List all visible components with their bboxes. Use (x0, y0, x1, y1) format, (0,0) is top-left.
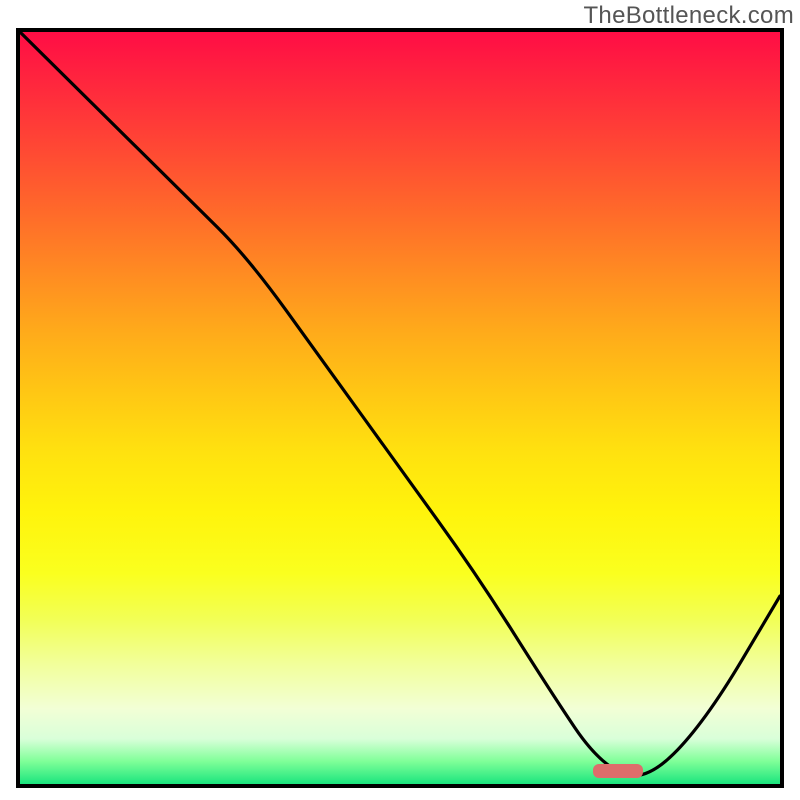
optimal-range-marker (593, 764, 643, 778)
chart-canvas: TheBottleneck.com (0, 0, 800, 800)
watermark-text: TheBottleneck.com (583, 2, 794, 30)
chart-frame (16, 28, 784, 788)
bottleneck-curve (20, 32, 780, 784)
